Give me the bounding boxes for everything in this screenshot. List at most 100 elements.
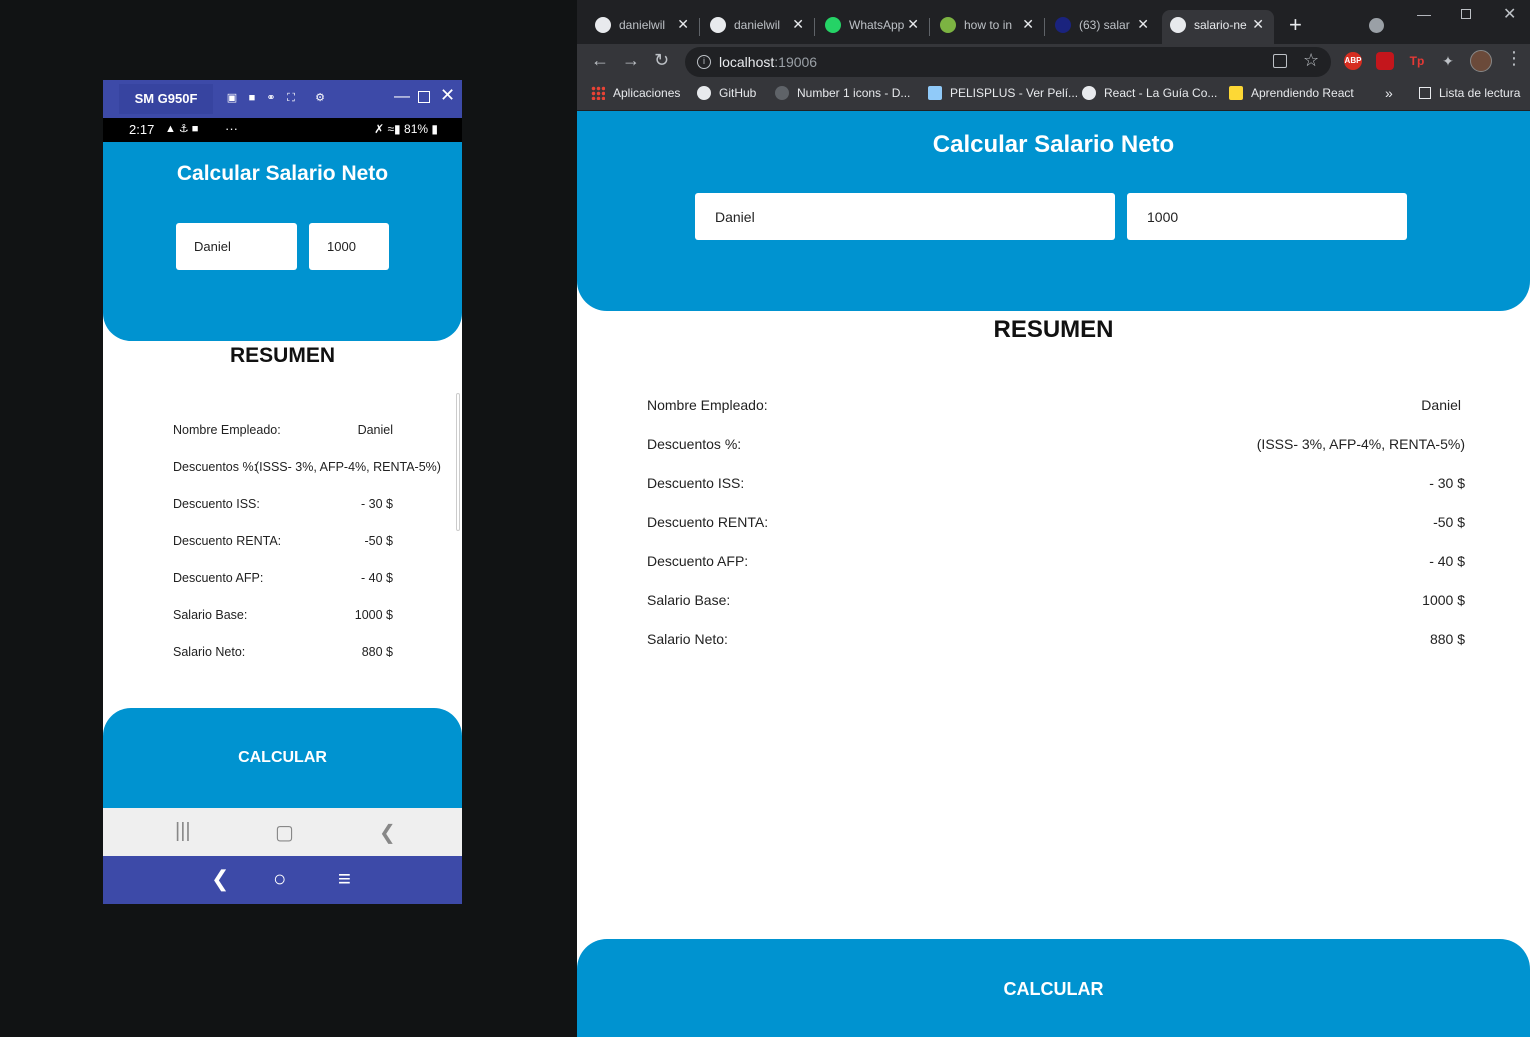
calculate-button[interactable]: CALCULAR — [103, 708, 462, 808]
tab-title: danielwil — [734, 18, 781, 32]
row-value: -50 $ — [364, 534, 394, 548]
row-value: 880 $ — [1429, 631, 1465, 647]
more-menu-icon[interactable]: ⋮ — [1505, 48, 1523, 69]
row-value: Daniel — [1421, 397, 1461, 413]
scrollbar[interactable] — [456, 393, 460, 531]
apps-grid-icon — [591, 86, 605, 100]
translate-icon[interactable] — [1273, 54, 1287, 68]
url-text[interactable]: localhost:19006 — [719, 54, 817, 70]
maximize-icon[interactable] — [418, 91, 430, 103]
close-tab-icon[interactable]: ✕ — [1137, 16, 1149, 33]
employee-name-input[interactable] — [695, 193, 1115, 240]
bookmarks-bar: Aplicaciones GitHub Number 1 icons - D..… — [577, 80, 1530, 111]
back-icon[interactable]: ❮ — [379, 820, 396, 845]
forward-icon[interactable]: → — [622, 50, 640, 71]
close-tab-icon[interactable]: ✕ — [1252, 16, 1264, 33]
summary-title: RESUMEN — [229, 344, 335, 367]
adblock-icon[interactable]: ABP — [1344, 52, 1362, 70]
tab[interactable]: how to in ✕ — [932, 10, 1044, 44]
close-tab-icon[interactable]: ✕ — [792, 16, 804, 33]
new-tab-icon[interactable]: + — [1289, 12, 1302, 38]
close-tab-icon[interactable]: ✕ — [907, 16, 919, 33]
headphones-icon[interactable]: ⚭ — [264, 91, 278, 105]
bookmark-react-guide[interactable]: React - La Guía Co... — [1082, 86, 1217, 100]
menu-icon[interactable]: ≡ — [338, 866, 351, 892]
app-title: Calcular Salario Neto — [932, 131, 1175, 158]
row-label: Nombre Empleado: — [647, 397, 768, 413]
maximize-icon[interactable] — [1461, 9, 1471, 19]
app-title: Calcular Salario Neto — [176, 162, 389, 185]
row-label: Salario Neto: — [647, 631, 728, 647]
tab-strip: danielwil ✕ danielwil ✕ WhatsApp ✕ how t… — [577, 0, 1530, 44]
close-tab-icon[interactable]: ✕ — [677, 16, 689, 33]
salary-input[interactable] — [1127, 193, 1407, 240]
tab-search-icon[interactable] — [1369, 18, 1384, 33]
close-tab-icon[interactable]: ✕ — [1022, 16, 1034, 33]
fullscreen-icon[interactable]: ⛶ — [284, 91, 298, 105]
bookmark-pelisplus[interactable]: PELISPLUS - Ver Pelí... — [928, 86, 1078, 100]
tp-extension-icon[interactable]: Tp — [1408, 52, 1426, 70]
back-icon[interactable]: ❮ — [211, 866, 229, 892]
reading-list[interactable]: Lista de lectura — [1419, 86, 1520, 100]
address-bar[interactable]: i localhost:19006 ☆ — [685, 47, 1331, 77]
row-label: Salario Base: — [647, 592, 731, 608]
calculate-button[interactable]: CALCULAR — [577, 939, 1530, 1037]
camera-icon[interactable]: ▣ — [225, 91, 239, 105]
summary-row: Descuento RENTA: -50 $ — [173, 534, 433, 552]
row-value: - 40 $ — [1429, 553, 1465, 569]
bookmark-apps[interactable]: Aplicaciones — [591, 86, 680, 100]
pdf-icon[interactable] — [1376, 52, 1394, 70]
minimize-icon[interactable]: — — [394, 88, 410, 106]
bookmark-star-icon[interactable]: ☆ — [1303, 50, 1319, 71]
tab-title: (63) salar — [1079, 18, 1130, 32]
home-icon[interactable]: ○ — [273, 866, 286, 892]
tab-active[interactable]: salario-ne ✕ — [1162, 10, 1274, 44]
bookmark-aprendiendo-react[interactable]: Aprendiendo React — [1229, 86, 1354, 100]
back-icon[interactable]: ← — [591, 50, 609, 71]
summary-row: Salario Base: 1000 $ — [173, 608, 433, 626]
row-label: Descuento RENTA: — [647, 514, 769, 530]
close-icon[interactable]: ✕ — [440, 86, 455, 104]
tab[interactable]: (63) salar ✕ — [1047, 10, 1159, 44]
github-icon — [595, 17, 611, 33]
summary-row: Salario Base: 1000 $ — [647, 592, 1465, 612]
reload-icon[interactable]: ↻ — [654, 50, 669, 71]
close-icon[interactable]: ✕ — [1503, 4, 1516, 24]
tab[interactable]: WhatsApp ✕ — [817, 10, 929, 44]
row-value: - 30 $ — [1429, 475, 1465, 491]
recent-apps-icon[interactable]: ||| — [175, 820, 191, 843]
summary-row: Descuento ISS: - 30 $ — [173, 497, 433, 515]
status-time: 2:17 — [129, 122, 155, 137]
minimize-icon[interactable]: — — [1417, 6, 1431, 22]
row-value: - 40 $ — [361, 571, 393, 585]
android-nav-bar: ||| ▢ ❮ — [103, 808, 462, 856]
info-icon[interactable]: i — [697, 55, 711, 69]
tab[interactable]: danielwil ✕ — [702, 10, 814, 44]
home-icon[interactable]: ▢ — [275, 820, 294, 845]
browser-toolbar: ← → ↻ i localhost:19006 ☆ ABP Tp ✦ ⋮ — [577, 44, 1530, 80]
signal-icon: ≈▮ — [387, 122, 401, 136]
row-label: Descuento AFP: — [173, 571, 264, 585]
device-name: SM G950F — [119, 84, 213, 114]
tab-title: WhatsApp — [849, 18, 905, 32]
row-label: Descuento AFP: — [647, 553, 749, 569]
row-label: Descuento ISS: — [647, 475, 745, 491]
salary-input[interactable] — [309, 223, 389, 270]
sparkle-icon — [940, 17, 956, 33]
video-icon[interactable]: ■ — [245, 91, 259, 105]
row-value: Daniel — [357, 423, 393, 437]
tab[interactable]: danielwil ✕ — [587, 10, 699, 44]
bookmark-github[interactable]: GitHub — [697, 86, 756, 100]
settings-icon[interactable]: ⚙ — [313, 91, 327, 105]
extensions-puzzle-icon[interactable]: ✦ — [1439, 52, 1457, 70]
emulator-title-bar: SM G950F ▣ ■ ⚭ ⛶ ⚙ — ✕ — [103, 80, 462, 118]
row-value: 880 $ — [361, 645, 393, 659]
employee-name-input[interactable] — [176, 223, 297, 270]
whatsapp-icon — [825, 17, 841, 33]
more-bookmarks-icon[interactable]: » — [1385, 85, 1393, 101]
row-label: Descuento RENTA: — [173, 534, 282, 548]
notification-icons: ▲⚓■ — [165, 123, 202, 135]
profile-avatar[interactable] — [1470, 50, 1492, 72]
bookmark-icons[interactable]: Number 1 icons - D... — [775, 86, 910, 100]
summary-row: Descuento AFP: - 40 $ — [647, 553, 1465, 573]
